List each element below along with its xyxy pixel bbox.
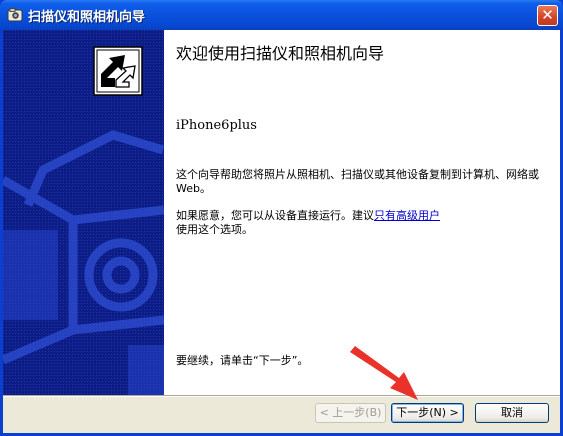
advanced-users-link[interactable]: 只有高级用户 — [374, 209, 440, 222]
wizard-side-panel — [3, 30, 164, 395]
device-name: iPhone6plus — [176, 118, 257, 133]
wizard-content: 欢迎使用扫描仪和照相机向导 iPhone6plus 这个向导帮助您将照片从照相机… — [164, 30, 560, 395]
next-button[interactable]: 下一步(N) > — [391, 403, 464, 423]
wizard-arrow-icon — [93, 46, 143, 96]
close-button[interactable]: ✕ — [537, 5, 558, 26]
description-text: 这个向导帮助您将照片从照相机、扫描仪或其他设备复制到计算机、网络或 Web。 — [176, 168, 539, 195]
page-title: 欢迎使用扫描仪和照相机向导 — [176, 44, 385, 63]
wizard-window: 扫描仪和照相机向导 ✕ 欢迎使用扫描仪和照相机向导 iPhone6plus 这个… — [0, 0, 563, 436]
wizard-client-area: 欢迎使用扫描仪和照相机向导 iPhone6plus 这个向导帮助您将照片从照相机… — [3, 30, 560, 433]
title-bar[interactable]: 扫描仪和照相机向导 ✕ — [0, 0, 563, 30]
side-panel-graphic — [3, 30, 164, 395]
advanced-note-suffix: 使用这个选项。 — [176, 223, 253, 236]
close-icon: ✕ — [541, 6, 554, 24]
window-title: 扫描仪和照相机向导 — [28, 10, 146, 25]
continue-instruction: 要继续，请单击“下一步”。 — [176, 354, 309, 367]
back-button[interactable]: < 上一步(B) — [315, 403, 386, 423]
button-separator — [3, 395, 560, 397]
advanced-note-prefix: 如果愿意，您可以从设备直接运行。建议 — [176, 209, 374, 222]
advanced-note: 如果愿意，您可以从设备直接运行。建议只有高级用户 使用这个选项。 — [176, 209, 548, 237]
scanner-camera-icon — [7, 7, 23, 23]
cancel-button[interactable]: 取消 — [475, 403, 549, 423]
